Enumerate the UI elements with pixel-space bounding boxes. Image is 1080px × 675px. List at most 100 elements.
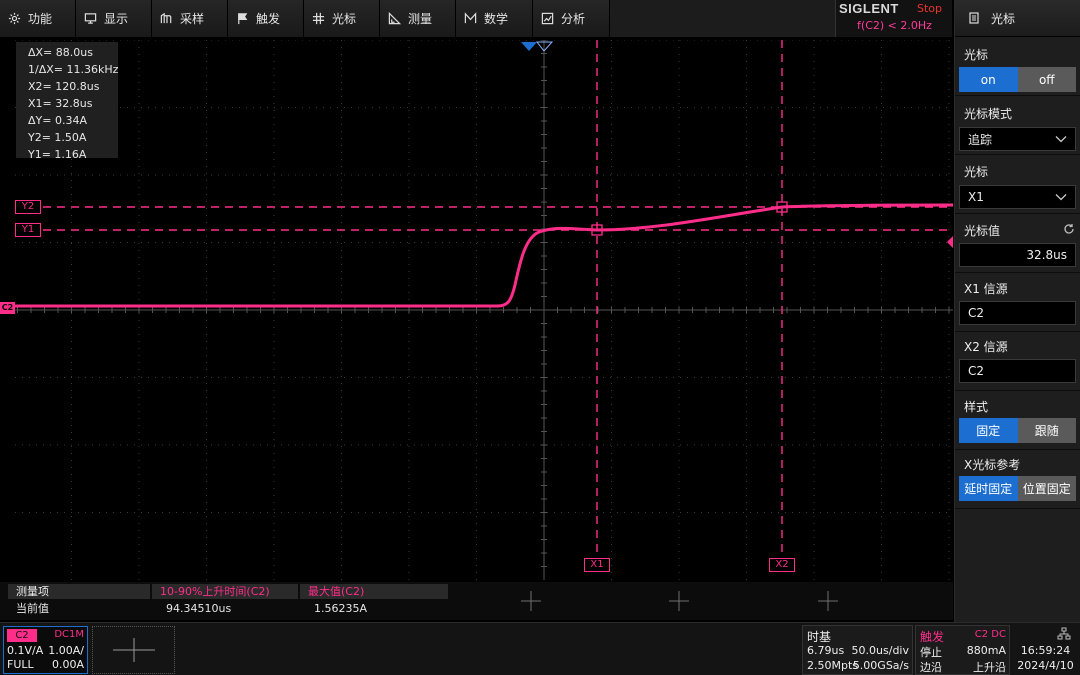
- timebase-title: 时基: [807, 630, 832, 644]
- add-measure-slot-1[interactable]: [458, 584, 603, 618]
- menu-math[interactable]: 数学: [456, 0, 533, 37]
- plus-icon: [668, 591, 689, 611]
- timebase-points: 2.50Mpts: [807, 659, 859, 672]
- menu-function[interactable]: 功能: [0, 0, 76, 37]
- trigger-position-icon: [521, 42, 537, 51]
- style-toggle: 固定 跟随: [959, 418, 1076, 443]
- cursor-select-section: 光标 X1: [955, 156, 1080, 214]
- style-label: 样式: [964, 400, 989, 414]
- cursor-off-button[interactable]: off: [1017, 67, 1076, 92]
- chevron-down-icon: [1055, 194, 1067, 201]
- readout-inverse-delta-x: 1/ΔX= 11.36kHz: [28, 63, 119, 76]
- cursor-value-field[interactable]: 32.8us: [959, 243, 1076, 267]
- menu-acquire[interactable]: 采样: [152, 0, 228, 37]
- channel-c2-bandwidth: FULL: [7, 658, 34, 671]
- xref-delay-button[interactable]: 延时固定: [959, 476, 1018, 501]
- x1-source-section: X1 信源 C2: [955, 274, 1080, 332]
- clock-date: 2024/4/10: [1017, 659, 1074, 672]
- x-reference-toggle: 延时固定 位置固定: [959, 476, 1076, 501]
- refresh-icon[interactable]: [1063, 223, 1075, 235]
- xref-position-button[interactable]: 位置固定: [1017, 476, 1076, 501]
- trigger-flag-icon: [238, 13, 248, 25]
- trigger-type: 边沿: [920, 661, 942, 674]
- cursor-x1-tag[interactable]: X1: [584, 558, 610, 572]
- cursor-value-section: 光标值 32.8us: [955, 215, 1080, 273]
- menu-trigger[interactable]: 触发: [228, 0, 304, 37]
- menu-analysis[interactable]: 分析: [533, 0, 610, 37]
- trigger-slope: 上升沿: [973, 661, 1006, 674]
- cursor-select-dropdown[interactable]: X1: [959, 185, 1076, 209]
- measure-max-name[interactable]: 最大值(C2): [300, 584, 448, 599]
- x-reference-label: X光标参考: [964, 458, 1021, 472]
- cursor-select-value: X1: [968, 190, 984, 204]
- cursor-x2-tag[interactable]: X2: [769, 558, 795, 572]
- x-reference-section: X光标参考 延时固定 位置固定: [955, 451, 1080, 509]
- style-follow-button[interactable]: 跟随: [1017, 418, 1076, 443]
- trigger-source: C2 DC: [974, 629, 1006, 640]
- channel-c2-offset-marker[interactable]: C2: [0, 302, 15, 314]
- add-measure-slot-2[interactable]: [606, 584, 751, 618]
- chevron-down-icon: [1055, 136, 1067, 143]
- menu-display[interactable]: 显示: [76, 0, 152, 37]
- waveform-display[interactable]: [15, 40, 953, 580]
- style-section: 样式 固定 跟随: [955, 392, 1080, 450]
- cursor-mode-select[interactable]: 追踪: [959, 127, 1076, 151]
- measure-max-value: 1.56235A: [314, 602, 368, 615]
- menu-measure-label: 测量: [408, 12, 433, 26]
- add-measure-slot-3[interactable]: [755, 584, 900, 618]
- cursor-y1-tag[interactable]: Y1: [15, 223, 41, 237]
- document-icon: [969, 12, 979, 24]
- menu-measure[interactable]: 测量: [380, 0, 456, 37]
- x2-source-field[interactable]: C2: [959, 359, 1076, 383]
- readout-y1: Y1= 1.16A: [28, 148, 87, 161]
- cursor-value-label: 光标值: [964, 224, 1001, 238]
- style-fixed-button[interactable]: 固定: [959, 418, 1018, 443]
- cursor-select-label: 光标: [964, 165, 989, 179]
- trigger-box[interactable]: 触发 C2 DC 停止 880mA 边沿 上升沿: [915, 625, 1010, 675]
- analysis-icon: [541, 12, 554, 25]
- channel-c2-offset: 0.00A: [51, 658, 84, 671]
- menu-analysis-label: 分析: [561, 12, 586, 26]
- status-bar: C2 DC1M 0.1V/A 1.00A/ FULL 0.00A 时基 6.79…: [0, 622, 1080, 675]
- menu-bar: 功能 显示 采样 触发 光标 测量 数学 分析: [0, 0, 835, 37]
- graticule-svg: [15, 40, 953, 580]
- menu-cursor[interactable]: 光标: [304, 0, 380, 37]
- timebase-sample-rate: 5.00GSa/s: [852, 659, 909, 672]
- x2-source-label: X2 信源: [964, 340, 1008, 354]
- plus-icon: [112, 638, 155, 662]
- menu-math-label: 数学: [484, 12, 509, 26]
- run-state[interactable]: Stop: [917, 2, 942, 15]
- waveform-trace: [15, 203, 953, 308]
- channel-c2-box[interactable]: C2 DC1M 0.1V/A 1.00A/ FULL 0.00A: [3, 626, 88, 674]
- menu-function-label: 功能: [28, 12, 53, 26]
- cursor-mode-label: 光标模式: [964, 107, 1013, 121]
- measure-header-label: 测量项: [8, 584, 150, 599]
- monitor-icon: [84, 13, 97, 24]
- trigger-level: 880mA: [966, 644, 1006, 657]
- measure-rise-time-name[interactable]: 10-90%上升时间(C2): [152, 584, 298, 599]
- readout-y2: Y2= 1.50A: [28, 131, 87, 144]
- cursor-on-button[interactable]: on: [959, 67, 1018, 92]
- measurement-bar: 测量项 当前值 10-90%上升时间(C2) 94.34510us 最大值(C2…: [0, 582, 953, 620]
- cursor-y2-tag[interactable]: Y2: [15, 200, 41, 214]
- channel-c2-probe-scale: 0.1V/A: [7, 644, 44, 657]
- plus-icon: [817, 591, 838, 611]
- timebase-box[interactable]: 时基 6.79us 50.0us/div 2.50Mpts 5.00GSa/s: [802, 625, 913, 675]
- graticule-center-axes: [15, 40, 953, 580]
- menu-cursor-label: 光标: [332, 12, 357, 26]
- cursor-enable-section: 光标 on off: [955, 38, 1080, 96]
- x1-source-field[interactable]: C2: [959, 301, 1076, 325]
- network-icon: [1057, 627, 1071, 640]
- readout-x2: X2= 120.8us: [28, 80, 100, 93]
- readout-x1: X1= 32.8us: [28, 97, 93, 110]
- math-icon: [464, 12, 477, 24]
- timebase-tdiv: 50.0us/div: [851, 644, 909, 657]
- x2-source-section: X2 信源 C2: [955, 333, 1080, 391]
- ruler-icon: [388, 12, 401, 25]
- gear-icon: [8, 12, 21, 25]
- menu-acquire-label: 采样: [180, 12, 205, 26]
- measure-row-label: 当前值: [16, 602, 49, 615]
- add-channel-button[interactable]: [92, 626, 175, 674]
- trigger-state: 停止: [920, 646, 942, 659]
- cursor-enable-label: 光标: [964, 48, 989, 62]
